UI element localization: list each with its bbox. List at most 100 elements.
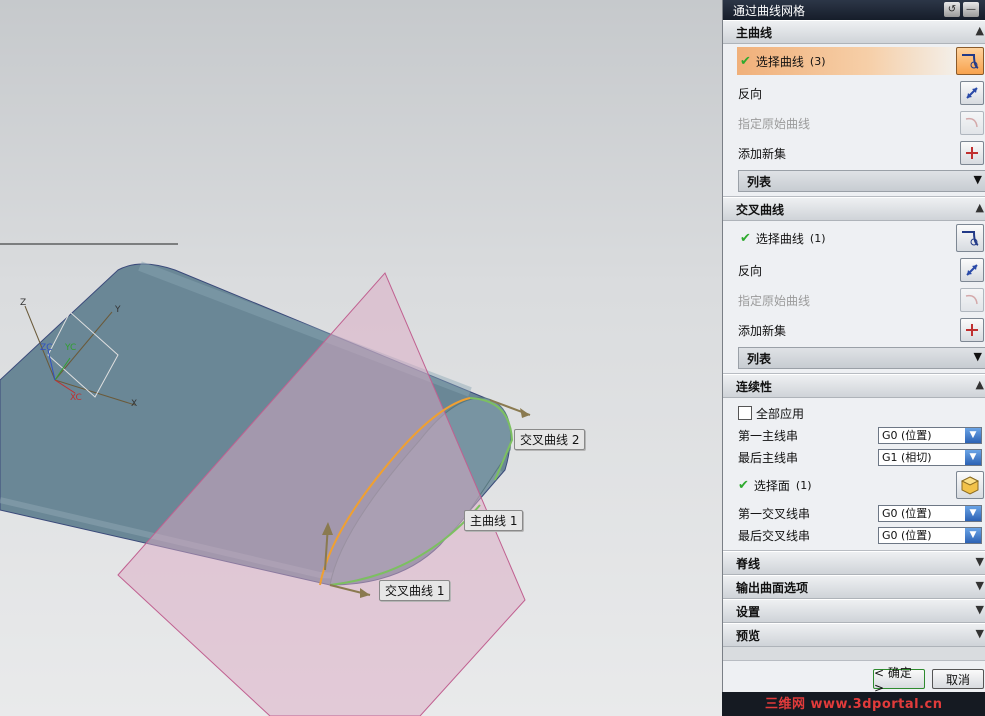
first-cross-value: G0 (位置) [882, 507, 932, 520]
cross-add-set-row: 添加新集 [723, 315, 985, 345]
face-select-icon[interactable] [956, 471, 984, 499]
section-spine-title: 脊线 [736, 556, 761, 571]
section-spine[interactable]: 脊线 ▼ [723, 551, 985, 575]
main-select-curve-row[interactable]: ✔ 选择曲线 (3) [737, 47, 956, 75]
last-main-row: 最后主线串 G1 (相切) ▼ [723, 446, 985, 468]
first-main-select[interactable]: G0 (位置) ▼ [878, 426, 982, 444]
expand-icon[interactable]: ▼ [976, 603, 984, 616]
cross-select-curve-label: 选择曲线 [755, 231, 804, 246]
cancel-button[interactable]: 取消 [932, 669, 984, 689]
expand-icon[interactable]: ▼ [976, 579, 984, 592]
watermark-text: 三维网 www.3dportal.cn [765, 697, 943, 712]
cross-curve-1-label: 交叉曲线 1 [379, 580, 451, 601]
minimize-icon[interactable]: — [963, 2, 979, 17]
section-output-options-title: 输出曲面选项 [736, 580, 809, 595]
dialog-footer: < 确定 > 取消 [723, 660, 985, 695]
add-set-icon[interactable] [960, 141, 984, 165]
main-specify-origin-label: 指定原始曲线 [738, 116, 811, 131]
origin-curve-icon[interactable] [960, 111, 984, 135]
cross-reverse-row: 反向 [723, 255, 985, 285]
section-cross-curves[interactable]: 交叉曲线 ▲ [723, 197, 985, 221]
cross-add-set-label: 添加新集 [738, 323, 787, 338]
section-main-curves-title: 主曲线 [736, 25, 773, 40]
dropdown-arrow-icon[interactable]: ▼ [965, 505, 981, 521]
cross-curve-2-label: 交叉曲线 2 [514, 429, 586, 450]
cross-specify-origin-row: 指定原始曲线 [723, 285, 985, 315]
main-add-set-label: 添加新集 [738, 146, 787, 161]
add-set-icon[interactable] [960, 318, 984, 342]
check-icon: ✔ [740, 230, 751, 246]
expand-icon[interactable]: ▼ [976, 627, 984, 640]
last-main-select[interactable]: G1 (相切) ▼ [878, 448, 982, 466]
first-cross-label: 第一交叉线串 [738, 506, 811, 521]
section-preview-title: 预览 [736, 628, 761, 643]
apply-all-label: 全部应用 [756, 406, 805, 421]
dropdown-arrow-icon[interactable]: ▼ [965, 427, 981, 443]
last-main-value: G1 (相切) [882, 451, 932, 464]
first-cross-row: 第一交叉线串 G0 (位置) ▼ [723, 502, 985, 524]
first-main-value: G0 (位置) [882, 429, 932, 442]
main-select-count: (3) [809, 54, 826, 68]
section-output-options[interactable]: 输出曲面选项 ▼ [723, 575, 985, 599]
section-preview[interactable]: 预览 ▼ [723, 623, 985, 647]
select-face-row[interactable]: ✔ 选择面 (1) [723, 468, 985, 502]
curve-select-icon[interactable] [956, 224, 984, 252]
first-main-label: 第一主线串 [738, 428, 799, 443]
select-face-count: (1) [795, 478, 812, 492]
section-settings[interactable]: 设置 ▼ [723, 599, 985, 623]
section-continuity[interactable]: 连续性 ▲ [723, 374, 985, 398]
axis-z-label: Z [20, 298, 26, 308]
chevron-down-icon: ▼ [973, 173, 982, 186]
cross-reverse-label: 反向 [738, 263, 763, 278]
origin-curve-icon[interactable] [960, 288, 984, 312]
cross-list-label: 列表 [747, 351, 772, 366]
reverse-direction-icon[interactable] [960, 258, 984, 282]
dropdown-arrow-icon[interactable]: ▼ [965, 527, 981, 543]
section-cross-curves-title: 交叉曲线 [736, 202, 785, 217]
collapse-icon[interactable]: ▲ [976, 378, 984, 391]
axis-yc-label: YC [64, 343, 76, 353]
cross-specify-origin-label: 指定原始曲线 [738, 293, 811, 308]
collapse-icon[interactable]: ▲ [976, 24, 984, 37]
curve-select-icon[interactable] [956, 47, 984, 75]
apply-all-checkbox[interactable] [738, 406, 752, 420]
graphics-viewport[interactable]: Z Y X ZC YC XC 交叉曲线 2 主曲线 1 交叉曲线 1 [0, 0, 722, 716]
section-continuity-title: 连续性 [736, 379, 773, 394]
axis-xc-label: XC [70, 393, 82, 403]
axis-zc-label: ZC [40, 343, 52, 353]
dialog-title: 通过曲线网格 [733, 3, 806, 18]
cross-select-curve-row[interactable]: ✔ 选择曲线 (1) [723, 223, 826, 253]
main-reverse-label: 反向 [738, 86, 763, 101]
main-specify-origin-row: 指定原始曲线 [723, 108, 985, 138]
dropdown-arrow-icon[interactable]: ▼ [965, 449, 981, 465]
last-cross-label: 最后交叉线串 [738, 528, 811, 543]
axis-x-label: X [131, 399, 137, 409]
ok-button[interactable]: < 确定 > [873, 666, 925, 695]
collapse-icon[interactable]: ▲ [976, 201, 984, 214]
last-cross-select[interactable]: G0 (位置) ▼ [878, 526, 982, 544]
cross-list-toggle[interactable]: 列表 ▼ [738, 347, 985, 369]
reset-icon[interactable]: ↺ [944, 2, 960, 17]
check-icon: ✔ [738, 477, 749, 493]
section-settings-title: 设置 [736, 604, 761, 619]
cross-select-count: (1) [809, 231, 826, 245]
dialog-titlebar[interactable]: 通过曲线网格 ↺ — [723, 0, 985, 20]
main-select-curve-label: 选择曲线 [755, 54, 804, 69]
apply-all-row[interactable]: 全部应用 [723, 402, 985, 424]
select-face-label: 选择面 [753, 478, 790, 493]
main-list-toggle[interactable]: 列表 ▼ [738, 170, 985, 192]
first-main-row: 第一主线串 G0 (位置) ▼ [723, 424, 985, 446]
chevron-down-icon: ▼ [973, 350, 982, 363]
main-curve-1-label: 主曲线 1 [464, 510, 524, 531]
last-main-label: 最后主线串 [738, 450, 799, 465]
through-curve-mesh-dialog: 通过曲线网格 ↺ — 主曲线 ▲ ✔ 选择曲线 (3) 反向 指定原始曲线 添加… [722, 0, 985, 716]
check-icon: ✔ [740, 53, 751, 69]
last-cross-value: G0 (位置) [882, 529, 932, 542]
reverse-direction-icon[interactable] [960, 81, 984, 105]
axis-y-label: Y [114, 305, 121, 315]
section-main-curves[interactable]: 主曲线 ▲ [723, 20, 985, 44]
main-add-set-row: 添加新集 [723, 138, 985, 168]
expand-icon[interactable]: ▼ [976, 555, 984, 568]
first-cross-select[interactable]: G0 (位置) ▼ [878, 504, 982, 522]
last-cross-row: 最后交叉线串 G0 (位置) ▼ [723, 524, 985, 546]
